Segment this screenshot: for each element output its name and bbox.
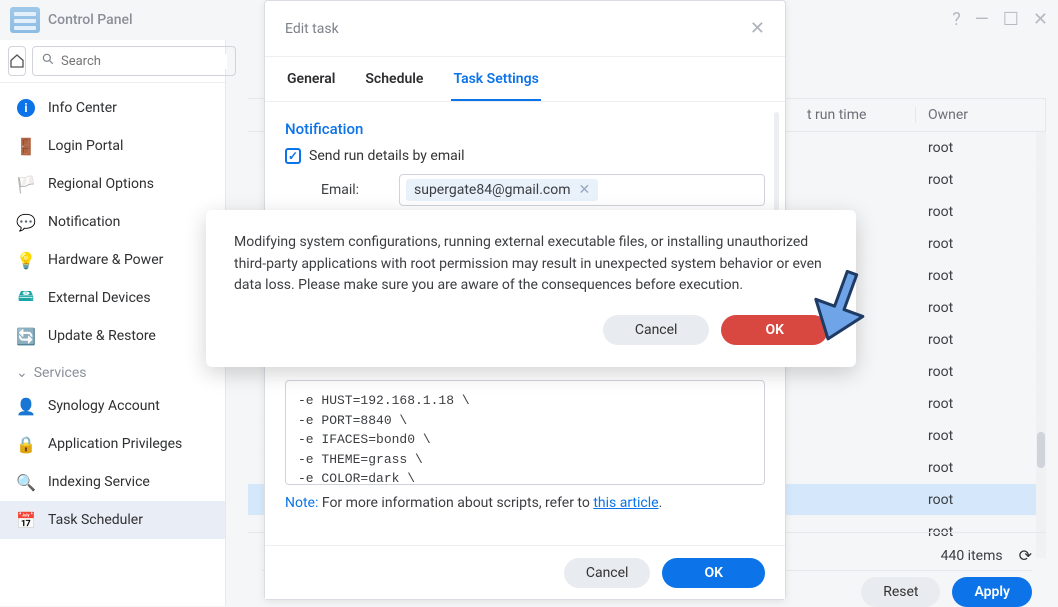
col-header-runtime[interactable]: t run time	[795, 107, 915, 123]
sidebar-item-label: Login Portal	[48, 138, 123, 154]
sidebar-item-label: Indexing Service	[48, 474, 150, 490]
email-field-label: Email:	[321, 182, 381, 198]
confirm-text: Modifying system configurations, running…	[234, 232, 828, 297]
modal-ok-button[interactable]: OK	[662, 558, 765, 588]
sidebar-item-label: External Devices	[48, 290, 151, 306]
token-remove-icon[interactable]: ✕	[578, 182, 590, 198]
sidebar-item-info-center[interactable]: i Info Center	[0, 89, 225, 127]
cell-owner: root	[916, 236, 1046, 252]
search-icon	[41, 52, 55, 70]
app-icon	[10, 7, 40, 33]
sidebar-item-task-scheduler[interactable]: 📅 Task Scheduler	[0, 501, 225, 539]
sidebar-item-label: Notification	[48, 214, 120, 230]
sidebar-item-hardware-power[interactable]: 💡 Hardware & Power	[0, 241, 225, 279]
cell-owner: root	[916, 492, 1046, 508]
sidebar-item-label: Hardware & Power	[48, 252, 163, 268]
flag-icon: 🏳️	[16, 174, 36, 194]
section-header-services: ⌄ Services	[0, 355, 225, 387]
refresh-icon[interactable]: ⟳	[1019, 546, 1032, 565]
cell-owner: root	[916, 300, 1046, 316]
cell-owner: root	[916, 460, 1046, 476]
sidebar-item-label: Synology Account	[48, 398, 160, 414]
email-field[interactable]: supergate84@gmail.com ✕	[399, 174, 765, 206]
help-icon[interactable]: ?	[952, 11, 961, 29]
info-icon: i	[16, 98, 36, 118]
search-box[interactable]	[32, 46, 236, 76]
tab-general[interactable]: General	[285, 71, 337, 101]
cell-owner: root	[916, 172, 1046, 188]
email-token-value: supergate84@gmail.com	[414, 182, 570, 198]
window-title: Control Panel	[48, 12, 133, 28]
sidebar-item-application-privileges[interactable]: 🔒 Application Privileges	[0, 425, 225, 463]
sidebar: i Info Center 🚪 Login Portal 🏳️ Regional…	[0, 40, 226, 606]
sidebar-item-regional-options[interactable]: 🏳️ Regional Options	[0, 165, 225, 203]
modal-title: Edit task	[285, 21, 339, 37]
sidebar-item-synology-account[interactable]: 👤 Synology Account	[0, 387, 225, 425]
modal-confirm: Modifying system configurations, running…	[206, 210, 856, 367]
sidebar-item-login-portal[interactable]: 🚪 Login Portal	[0, 127, 225, 165]
cell-owner: root	[916, 332, 1046, 348]
cycle-icon: 🔄	[16, 326, 36, 346]
modal-close-icon[interactable]: ✕	[750, 18, 765, 39]
sidebar-item-notification[interactable]: 💬 Notification	[0, 203, 225, 241]
script-textarea[interactable]: -e HUST=192.168.1.18 \ -e PORT=8840 \ -e…	[285, 380, 765, 485]
tab-task-settings[interactable]: Task Settings	[451, 71, 540, 101]
tab-schedule[interactable]: Schedule	[363, 71, 425, 101]
cell-owner: root	[916, 268, 1046, 284]
sidebar-item-label: Application Privileges	[48, 436, 182, 452]
checkbox-label: Send run details by email	[309, 148, 465, 164]
sidebar-item-label: Update & Restore	[48, 328, 156, 344]
home-button[interactable]	[8, 46, 26, 76]
search-doc-icon: 🔍	[16, 472, 36, 492]
cell-owner: root	[916, 396, 1046, 412]
note-link[interactable]: this article	[593, 495, 658, 511]
item-count: 440 items	[941, 548, 1003, 564]
close-icon[interactable]: ✕	[1033, 11, 1048, 29]
cell-owner: root	[916, 428, 1046, 444]
cell-owner: root	[916, 364, 1046, 380]
search-input[interactable]	[61, 54, 227, 69]
modal-cancel-button[interactable]: Cancel	[564, 558, 651, 588]
device-icon: 🖴	[16, 288, 36, 308]
cell-owner: root	[916, 140, 1046, 156]
maximize-icon[interactable]: ☐	[1003, 11, 1019, 29]
cell-owner: root	[916, 204, 1046, 220]
account-icon: 👤	[16, 396, 36, 416]
chat-icon: 💬	[16, 212, 36, 232]
script-note: Note: For more information about scripts…	[285, 495, 765, 511]
nav-list: i Info Center 🚪 Login Portal 🏳️ Regional…	[0, 83, 225, 606]
lock-icon: 🔒	[16, 434, 36, 454]
calendar-icon: 📅	[16, 510, 36, 530]
sidebar-item-label: Task Scheduler	[48, 512, 143, 528]
sidebar-item-update-restore[interactable]: 🔄 Update & Restore	[0, 317, 225, 355]
reset-button[interactable]: Reset	[861, 577, 940, 607]
apply-button[interactable]: Apply	[952, 577, 1032, 607]
bulb-icon: 💡	[16, 250, 36, 270]
note-label: Note:	[285, 495, 318, 511]
table-scrollbar[interactable]	[1036, 132, 1046, 558]
door-icon: 🚪	[16, 136, 36, 156]
section-notification: Notification	[285, 120, 765, 138]
col-header-owner[interactable]: Owner	[915, 107, 1045, 123]
minimize-icon[interactable]: —	[975, 11, 989, 29]
window-controls: ? — ☐ ✕	[952, 11, 1048, 29]
confirm-ok-button[interactable]: OK	[721, 315, 828, 345]
modal-tabs: General Schedule Task Settings	[265, 57, 785, 102]
sidebar-item-label: Info Center	[48, 100, 117, 116]
sidebar-item-indexing-service[interactable]: 🔍 Indexing Service	[0, 463, 225, 501]
confirm-cancel-button[interactable]: Cancel	[603, 315, 710, 345]
chevron-down-icon[interactable]: ⌄	[16, 365, 28, 381]
sidebar-item-external-devices[interactable]: 🖴 External Devices	[0, 279, 225, 317]
sidebar-item-label: Regional Options	[48, 176, 154, 192]
checkbox-send-email[interactable]: ✓	[285, 148, 301, 164]
